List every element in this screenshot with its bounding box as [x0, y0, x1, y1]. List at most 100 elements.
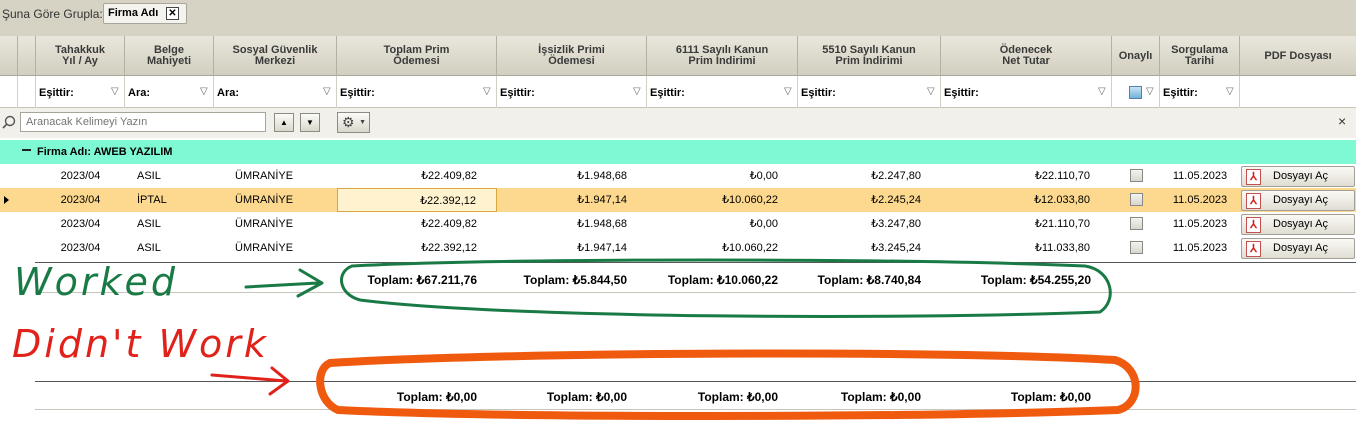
filter-label: Eşittir:: [944, 87, 979, 99]
cell-type: ASIL: [137, 242, 161, 254]
open-file-button[interactable]: ⅄ Dosyayı Aç: [1241, 214, 1355, 235]
header-sgk[interactable]: Sosyal Güvenlik Merkezi: [214, 36, 337, 76]
worked-outline: [340, 258, 1112, 318]
search-input[interactable]: [20, 112, 266, 132]
cell-type: İPTAL: [137, 194, 167, 206]
footer-unemployment: Toplam: ₺0,00: [546, 390, 627, 404]
cell-total: ₺22.409,82: [421, 170, 477, 182]
group-chip-firma-adi[interactable]: Firma Adı ✕: [103, 3, 187, 24]
pdf-icon: ⅄: [1246, 241, 1261, 257]
search-toolbar: ▲ ▼ ⚙ ▼ ×: [0, 108, 1356, 138]
header-sorgulama[interactable]: Sorgulama Tarihi: [1160, 36, 1240, 76]
cell-6111: ₺0,00: [749, 218, 778, 230]
funnel-icon[interactable]: ▽: [483, 87, 493, 97]
close-icon[interactable]: ✕: [166, 7, 179, 20]
filter-onayli[interactable]: ▽: [1112, 76, 1160, 108]
cell-unemployment: ₺1.947,14: [577, 242, 627, 254]
filter-row: Eşittir: ▽ Ara: ▽ Ara: ▽ Eşittir: ▽ Eşittir:…: [0, 76, 1356, 108]
cell-period: 2023/04: [60, 242, 101, 254]
cell-period: 2023/04: [60, 170, 101, 182]
approved-checkbox[interactable]: [1130, 217, 1143, 230]
funnel-icon[interactable]: ▽: [784, 87, 794, 97]
collapse-icon[interactable]: [22, 149, 31, 151]
close-search-icon[interactable]: ×: [1338, 113, 1346, 129]
table-row[interactable]: 2023/04 ASIL ÜMRANİYE ₺22.392,12 ₺1.947,…: [0, 236, 1356, 260]
table-row-selected[interactable]: 2023/04 İPTAL ÜMRANİYE ₺22.392,12 ₺1.947…: [0, 188, 1356, 212]
search-prev-button[interactable]: ▲: [274, 113, 294, 132]
footer-net: Toplam: ₺0,00: [1010, 390, 1091, 404]
column-header-row: Tahakkuk Yıl / Ay Belge Mahiyeti Sosyal …: [0, 36, 1356, 76]
group-row-firma[interactable]: Firma Adı: AWEB YAZILIM: [0, 140, 1356, 164]
cell-total: ₺22.409,82: [421, 218, 477, 230]
filter-5510[interactable]: Eşittir: ▽: [798, 76, 941, 108]
table-row[interactable]: 2023/04 ASIL ÜMRANİYE ₺22.409,82 ₺1.948,…: [0, 212, 1356, 236]
cell-total-focused[interactable]: ₺22.392,12: [337, 188, 497, 212]
filter-expand-cell: [18, 76, 36, 108]
filter-net-tutar[interactable]: Eşittir: ▽: [941, 76, 1112, 108]
cell-unemployment: ₺1.948,68: [577, 218, 627, 230]
filter-issizlik[interactable]: Eşittir: ▽: [497, 76, 647, 108]
pdf-icon: ⅄: [1246, 193, 1261, 209]
open-file-button[interactable]: ⅄ Dosyayı Aç: [1241, 166, 1355, 187]
worked-annotation: Worked: [14, 260, 178, 304]
approved-checkbox[interactable]: [1130, 241, 1143, 254]
filter-sgk[interactable]: Ara: ▽: [214, 76, 337, 108]
funnel-icon[interactable]: ▽: [1226, 87, 1236, 97]
header-expand-cell: [18, 36, 36, 76]
pdf-icon: ⅄: [1246, 217, 1261, 233]
funnel-icon[interactable]: ▽: [200, 87, 210, 97]
filter-belge[interactable]: Ara: ▽: [125, 76, 214, 108]
funnel-icon[interactable]: ▽: [323, 87, 333, 97]
filter-toplam-prim[interactable]: Eşittir: ▽: [337, 76, 497, 108]
chevron-down-icon: ▼: [359, 119, 366, 126]
filter-tahakkuk[interactable]: Eşittir: ▽: [36, 76, 125, 108]
open-file-label: Dosyayı Aç: [1273, 170, 1329, 182]
open-file-button[interactable]: ⅄ Dosyayı Aç: [1241, 190, 1355, 211]
summary-unemployment: Toplam: ₺5.844,50: [523, 273, 627, 287]
search-options-button[interactable]: ⚙ ▼: [337, 112, 370, 133]
approved-checkbox[interactable]: [1130, 193, 1143, 206]
header-tahakkuk[interactable]: Tahakkuk Yıl / Ay: [36, 36, 125, 76]
group-by-label: Şuna Göre Grupla:: [2, 7, 103, 21]
summary-bottom-border: [35, 292, 1356, 293]
header-6111[interactable]: 6111 Sayılı Kanun Prim İndirimi: [647, 36, 798, 76]
filter-6111[interactable]: Eşittir: ▽: [647, 76, 798, 108]
filter-checkbox[interactable]: [1129, 86, 1142, 99]
header-toplam-prim[interactable]: Toplam Prim Ödemesi: [337, 36, 497, 76]
funnel-icon[interactable]: ▽: [111, 87, 121, 97]
filter-label: Ara:: [217, 87, 240, 99]
open-file-label: Dosyayı Aç: [1273, 218, 1329, 230]
funnel-icon[interactable]: ▽: [927, 87, 937, 97]
cell-unemployment: ₺1.947,14: [577, 194, 627, 206]
header-net-tutar[interactable]: Ödenecek Net Tutar: [941, 36, 1112, 76]
cell-date: 11.05.2023: [1172, 242, 1228, 254]
cell-unemployment: ₺1.948,68: [577, 170, 627, 182]
header-issizlik[interactable]: İşsizlik Primi Ödemesi: [497, 36, 647, 76]
header-belge[interactable]: Belge Mahiyeti: [125, 36, 214, 76]
gear-icon: ⚙: [342, 114, 355, 130]
header-pdf[interactable]: PDF Dosyası: [1240, 36, 1356, 76]
table-row[interactable]: 2023/04 ASIL ÜMRANİYE ₺22.409,82 ₺1.948,…: [0, 164, 1356, 188]
summary-net: Toplam: ₺54.255,20: [980, 273, 1091, 287]
funnel-icon[interactable]: ▽: [1146, 87, 1156, 97]
header-5510[interactable]: 5510 Sayılı Kanun Prim İndirimi: [798, 36, 941, 76]
filter-sorgulama[interactable]: Eşittir: ▽: [1160, 76, 1240, 108]
row-indicator-icon: [4, 196, 9, 204]
filter-indicator-cell: [0, 76, 18, 108]
cell-6111: ₺0,00: [749, 170, 778, 182]
header-onayli[interactable]: Onaylı: [1112, 36, 1160, 76]
cell-date: 11.05.2023: [1172, 218, 1228, 230]
footer-divider: [35, 381, 1356, 382]
cell-net: ₺21.110,70: [1034, 218, 1090, 230]
search-next-button[interactable]: ▼: [300, 113, 320, 132]
approved-checkbox[interactable]: [1130, 169, 1143, 182]
filter-label: Eşittir:: [801, 87, 836, 99]
filter-label: Eşittir:: [340, 87, 375, 99]
funnel-icon[interactable]: ▽: [633, 87, 643, 97]
cell-period: 2023/04: [60, 194, 101, 206]
funnel-icon[interactable]: ▽: [1098, 87, 1108, 97]
open-file-label: Dosyayı Aç: [1273, 194, 1329, 206]
cell-5510: ₺2.245,24: [871, 194, 921, 206]
filter-label: Eşittir:: [650, 87, 685, 99]
open-file-button[interactable]: ⅄ Dosyayı Aç: [1241, 238, 1355, 259]
